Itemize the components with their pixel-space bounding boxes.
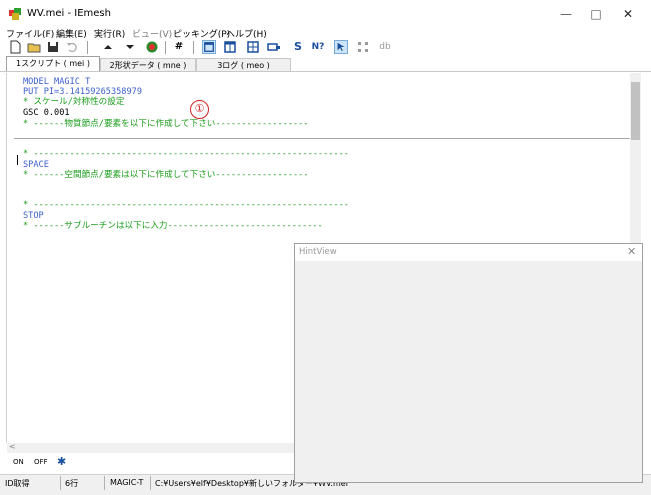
status-model: MAGIC-T (110, 478, 144, 487)
stop-run-icon[interactable] (145, 40, 159, 54)
code-line: * ------空間節点/要素は以下に作成して下さい--------------… (23, 170, 309, 180)
single-pane-icon[interactable] (202, 40, 216, 54)
arrow-down-icon[interactable] (123, 40, 137, 54)
toolbar (0, 40, 651, 56)
context-help-button[interactable]: N? (311, 40, 325, 54)
code-line: * --------------------------------------… (23, 200, 349, 210)
window-pane-icon[interactable] (267, 40, 281, 54)
pointer-select-icon[interactable] (334, 40, 348, 54)
undo-icon[interactable] (65, 40, 79, 54)
close-button[interactable]: ✕ (613, 4, 643, 24)
code-line: SPACE (23, 160, 49, 170)
code-line: PUT PI=3.14159265358979 (23, 87, 142, 97)
scroll-left-arrow[interactable]: < (9, 442, 16, 451)
tab-log[interactable]: 3ログ ( meo ) (196, 58, 291, 71)
maximize-button[interactable]: □ (581, 4, 611, 24)
menu-run[interactable]: 実行(R) (94, 27, 125, 40)
menu-help[interactable]: ヘルプ(H) (226, 27, 267, 40)
hintview-titlebar[interactable] (295, 244, 642, 261)
toolbar-separator (87, 41, 88, 54)
hintview-panel[interactable] (294, 243, 643, 483)
grid-pane-icon[interactable] (246, 40, 260, 54)
window-title: WV.mei - IEmesh (27, 8, 111, 19)
code-line: STOP (23, 211, 44, 221)
status-line-count: 6行 (65, 479, 79, 488)
status-separator (150, 476, 151, 490)
code-line: * --------------------------------------… (23, 149, 349, 159)
open-folder-icon[interactable] (27, 40, 41, 54)
text-cursor (17, 155, 18, 165)
hintview-close-button[interactable]: ✕ (627, 245, 636, 258)
tab-shape-data[interactable]: 2形状データ ( mne ) (100, 58, 196, 71)
split-pane-icon[interactable] (223, 40, 237, 54)
toolbar-separator (193, 41, 194, 54)
menu-edit[interactable]: 編集(E) (56, 27, 87, 40)
menu-file[interactable]: ファイル(F) (6, 27, 54, 40)
toolbar-separator (165, 41, 166, 54)
save-icon[interactable] (46, 40, 60, 54)
annotation-marker: ① (190, 100, 209, 119)
code-line: GSC 0.001 (23, 108, 70, 118)
menu-picking[interactable]: ピッキング(P) (173, 27, 230, 40)
asterisk-button[interactable]: ✱ (57, 455, 66, 468)
code-line: * スケール/対称性の設定 (23, 97, 125, 107)
db-button[interactable]: db (378, 40, 392, 54)
status-state: ID取得 (5, 479, 30, 488)
code-line: * ------サブルーチンは以下に入力--------------------… (23, 221, 323, 231)
on-button[interactable]: ON (13, 458, 24, 466)
pick-grid-icon[interactable] (356, 40, 370, 54)
app-icon (9, 8, 21, 20)
hintview-title: HintView (299, 247, 337, 257)
s-button[interactable]: S (291, 40, 305, 54)
tab-script[interactable]: 1スクリプト ( mei ) (6, 56, 100, 72)
status-separator (104, 476, 105, 490)
minimize-button[interactable]: — (551, 4, 581, 24)
new-file-icon[interactable] (8, 40, 22, 54)
horizontal-scrollbar[interactable] (7, 443, 294, 453)
split-divider[interactable] (14, 138, 630, 139)
hash-button[interactable]: # (172, 40, 186, 54)
off-button[interactable]: OFF (34, 458, 48, 466)
code-line: * ------物質節点/要素を以下に作成して下さい--------------… (23, 119, 309, 129)
status-separator (60, 476, 61, 490)
vertical-scrollbar-thumb[interactable] (631, 82, 640, 140)
menu-view[interactable]: ビュー(V) (132, 27, 172, 40)
code-line: MODEL MAGIC T (23, 77, 91, 87)
tab-divider (0, 71, 651, 72)
arrow-up-icon[interactable] (101, 40, 115, 54)
